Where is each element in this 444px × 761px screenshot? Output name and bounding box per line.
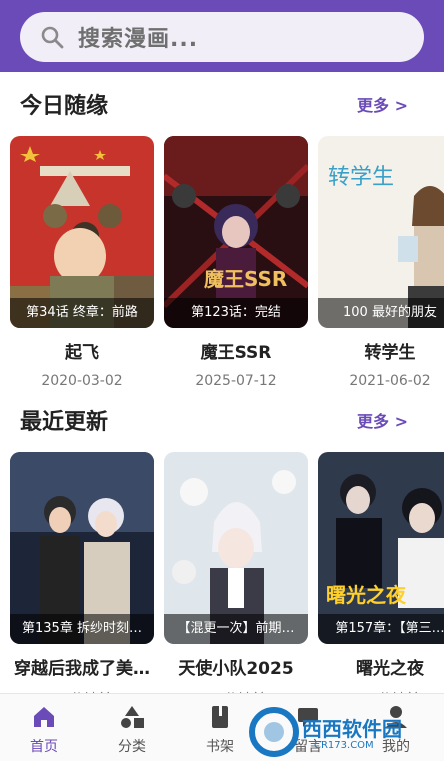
section-title-recent: 最近更新	[20, 410, 109, 435]
comic-date: 2025-07-12	[195, 373, 277, 389]
home-icon	[34, 707, 54, 727]
comic-card[interactable]: 第135章 拆纱时刻… 穿越后我成了美… 43分钟前	[10, 452, 154, 709]
comic-cover[interactable]: 第34话 终章：前路	[10, 136, 154, 328]
search-placeholder: 搜索漫画...	[78, 27, 199, 52]
comic-date: 2020-03-02	[41, 373, 123, 389]
comic-cover[interactable]: 魔王SSR 第123话：完结	[164, 136, 308, 328]
cover-logo: 曙光之夜	[326, 583, 407, 607]
episode-label: 【混更一次】前期…	[164, 614, 308, 644]
top-bar: 搜索漫画...	[0, 0, 444, 72]
watermark: 西西软件园 CR173.COM	[244, 703, 444, 761]
cover-logo: 转学生	[328, 165, 394, 190]
search-bar[interactable]: 搜索漫画...	[20, 12, 424, 62]
comic-card[interactable]: 魔王SSR 第123话：完结 魔王SSR 2025-07-12	[164, 136, 308, 389]
episode-label: 第123话：完结	[164, 298, 308, 328]
search-icon	[41, 26, 64, 49]
episode-label: 100 最好的朋友	[318, 298, 444, 328]
comic-card[interactable]: 【混更一次】前期… 天使小队2025 43分钟前	[164, 452, 308, 709]
comic-title: 天使小队2025	[178, 659, 294, 679]
comic-title: 魔王SSR	[200, 343, 272, 363]
comic-card[interactable]: 曙光之夜 第157章：【第三… 曙光之夜 45分钟前	[318, 452, 444, 709]
bookshelf-icon	[212, 706, 228, 728]
watermark-sub: CR173.COM	[314, 740, 374, 751]
comic-cover[interactable]: 曙光之夜 第157章：【第三…	[318, 452, 444, 644]
comic-title: 曙光之夜	[356, 659, 424, 679]
category-icon	[121, 706, 144, 728]
more-link-recent[interactable]: 更多 >	[357, 408, 408, 432]
section-title-daily: 今日随缘	[20, 94, 109, 119]
comic-cover[interactable]: 第135章 拆纱时刻…	[10, 452, 154, 644]
comic-title: 起飞	[65, 343, 99, 363]
tab-category-label: 分类	[118, 739, 146, 755]
comic-date: 2021-06-02	[349, 373, 431, 389]
watermark-text: 西西软件园	[302, 717, 402, 741]
comic-title: 穿越后我成了美…	[14, 659, 150, 679]
comic-cover[interactable]: 【混更一次】前期…	[164, 452, 308, 644]
episode-label: 第157章：【第三…	[318, 614, 444, 644]
cover-logo: 魔王SSR	[204, 267, 287, 291]
tab-home-label: 首页	[30, 739, 58, 755]
comic-card[interactable]: 第34话 终章：前路 起飞 2020-03-02	[10, 136, 154, 389]
episode-label: 第135章 拆纱时刻…	[10, 614, 154, 644]
tab-home[interactable]: 首页	[0, 704, 88, 756]
comic-title: 转学生	[364, 343, 416, 363]
tab-category[interactable]: 分类	[88, 704, 176, 756]
more-link-daily[interactable]: 更多 >	[357, 92, 408, 116]
episode-label: 第34话 终章：前路	[10, 298, 154, 328]
comic-card[interactable]: 转学生 100 最好的朋友 转学生 2021-06-02	[318, 136, 444, 389]
comic-cover[interactable]: 转学生 100 最好的朋友	[318, 136, 444, 328]
